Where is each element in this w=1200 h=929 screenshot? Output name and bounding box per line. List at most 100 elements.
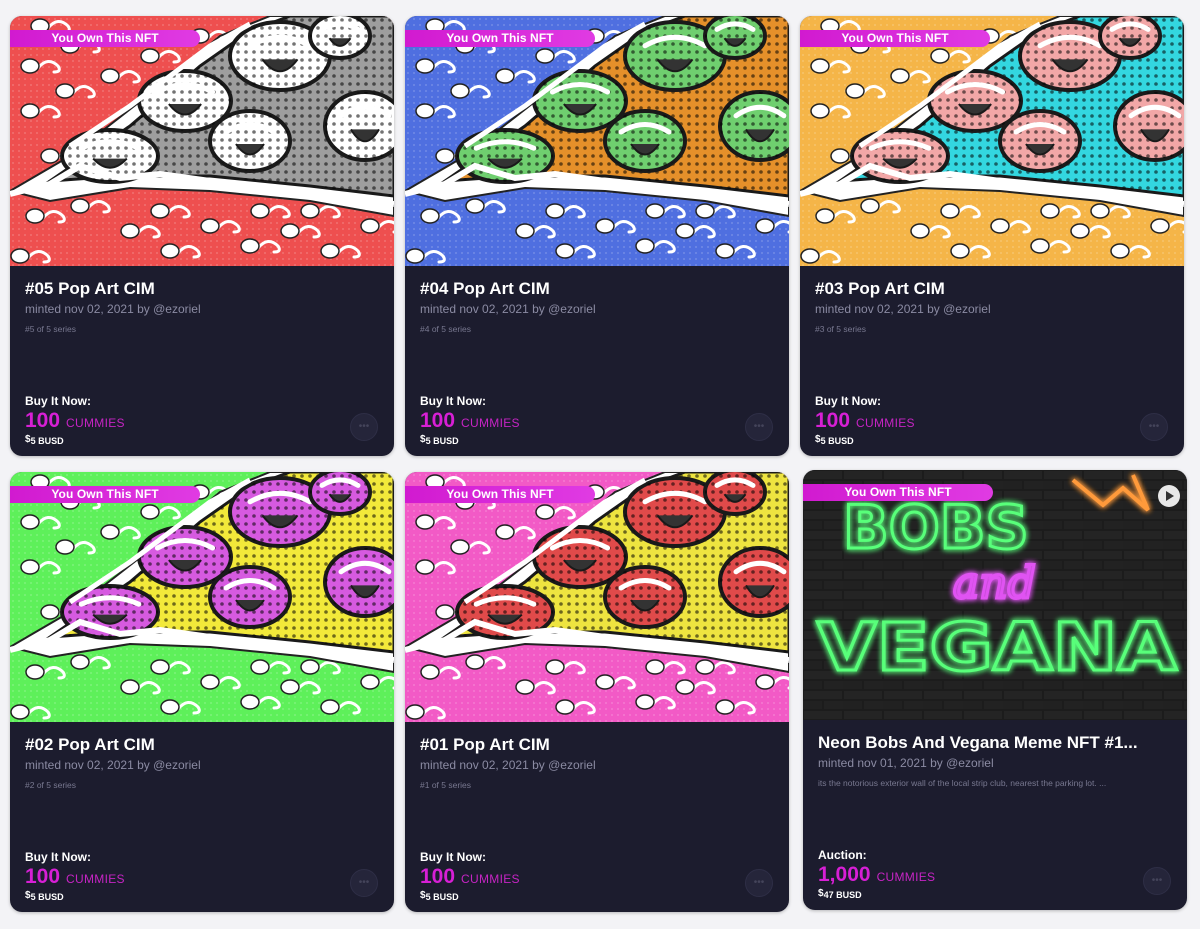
pop-art-image xyxy=(405,16,789,266)
pop-art-image xyxy=(10,472,394,722)
nft-artwork[interactable]: BOBS and VEGANA xyxy=(803,470,1187,720)
fiat-currency: BUSD xyxy=(433,436,459,446)
fiat-value: 5 xyxy=(820,436,826,446)
owned-badge: You Own This NFT xyxy=(800,30,990,47)
fiat-currency: BUSD xyxy=(836,890,862,900)
sale-type-label: Buy It Now: xyxy=(815,394,881,408)
ellipsis-icon[interactable]: ••• xyxy=(1143,867,1171,895)
neon-text-line1: BOBS xyxy=(843,493,1029,563)
dollar-icon: $ xyxy=(818,888,824,899)
nft-artwork[interactable] xyxy=(10,16,394,266)
fiat-price: $5 BUSD xyxy=(420,434,459,447)
price: 1,000 CUMMIES xyxy=(818,863,935,887)
price-currency: CUMMIES xyxy=(66,416,125,430)
sale-type-label: Buy It Now: xyxy=(420,394,486,408)
sale-type-label: Buy It Now: xyxy=(25,850,91,864)
nft-title[interactable]: Neon Bobs And Vegana Meme NFT #1... xyxy=(818,733,1173,753)
nft-title[interactable]: #03 Pop Art CIM xyxy=(815,279,1170,299)
ellipsis-icon[interactable]: ••• xyxy=(350,869,378,897)
fiat-value: 47 xyxy=(823,890,834,900)
series-info: #5 of 5 series xyxy=(25,324,77,334)
price-currency: CUMMIES xyxy=(461,872,520,886)
nft-card[interactable]: You Own This NFT #01 Pop Art CIM minted … xyxy=(405,472,789,912)
fiat-value: 5 xyxy=(30,436,36,446)
owned-badge: You Own This NFT xyxy=(405,30,595,47)
nft-artwork[interactable] xyxy=(405,472,789,722)
fiat-price: $5 BUSD xyxy=(420,890,459,903)
price-currency: CUMMIES xyxy=(66,872,125,886)
nft-title[interactable]: #04 Pop Art CIM xyxy=(420,279,775,299)
minted-info: minted nov 02, 2021 by @ezoriel xyxy=(420,758,596,772)
nft-card[interactable]: You Own This NFT #03 Pop Art CIM minted … xyxy=(800,16,1184,456)
price: 100 CUMMIES xyxy=(25,865,125,889)
description: its the notorious exterior wall of the l… xyxy=(818,778,1107,788)
price: 100 CUMMIES xyxy=(815,409,915,433)
owned-badge: You Own This NFT xyxy=(803,484,993,501)
owned-badge: You Own This NFT xyxy=(10,486,200,503)
fiat-currency: BUSD xyxy=(828,436,854,446)
nft-card-info: #03 Pop Art CIM minted nov 02, 2021 by @… xyxy=(800,266,1184,456)
neon-text-line3: VEGANA xyxy=(817,609,1177,686)
series-info: #2 of 5 series xyxy=(25,780,77,790)
fiat-price: $5 BUSD xyxy=(25,434,64,447)
nft-title[interactable]: #05 Pop Art CIM xyxy=(25,279,380,299)
ellipsis-icon[interactable]: ••• xyxy=(745,869,773,897)
price-value: 100 xyxy=(420,409,456,432)
price: 100 CUMMIES xyxy=(25,409,125,433)
fiat-price: $5 BUSD xyxy=(815,434,854,447)
nft-card[interactable]: You Own This NFT #05 Pop Art CIM minted … xyxy=(10,16,394,456)
price-currency: CUMMIES xyxy=(461,416,520,430)
nft-grid: You Own This NFT #05 Pop Art CIM minted … xyxy=(0,0,1200,929)
nft-card-info: #01 Pop Art CIM minted nov 02, 2021 by @… xyxy=(405,722,789,912)
minted-info: minted nov 02, 2021 by @ezoriel xyxy=(25,758,201,772)
nft-card[interactable]: You Own This NFT #04 Pop Art CIM minted … xyxy=(405,16,789,456)
nft-artwork[interactable] xyxy=(800,16,1184,266)
play-icon[interactable] xyxy=(1158,485,1180,507)
nft-artwork[interactable] xyxy=(10,472,394,722)
ellipsis-icon[interactable]: ••• xyxy=(350,413,378,441)
price: 100 CUMMIES xyxy=(420,865,520,889)
minted-info: minted nov 01, 2021 by @ezoriel xyxy=(818,756,994,770)
series-info: #4 of 5 series xyxy=(420,324,472,334)
nft-title[interactable]: #02 Pop Art CIM xyxy=(25,735,380,755)
price-value: 100 xyxy=(420,865,456,888)
nft-card-info: Neon Bobs And Vegana Meme NFT #1... mint… xyxy=(803,720,1187,910)
fiat-value: 5 xyxy=(425,892,431,902)
ellipsis-icon[interactable]: ••• xyxy=(745,413,773,441)
minted-info: minted nov 02, 2021 by @ezoriel xyxy=(815,302,991,316)
price-value: 100 xyxy=(815,409,851,432)
minted-info: minted nov 02, 2021 by @ezoriel xyxy=(420,302,596,316)
sale-type-label: Buy It Now: xyxy=(25,394,91,408)
fiat-currency: BUSD xyxy=(38,436,64,446)
ellipsis-icon[interactable]: ••• xyxy=(1140,413,1168,441)
minted-info: minted nov 02, 2021 by @ezoriel xyxy=(25,302,201,316)
series-info: #1 of 5 series xyxy=(420,780,472,790)
neon-text-line2: and xyxy=(953,558,1036,609)
price-currency: CUMMIES xyxy=(856,416,915,430)
price-value: 1,000 xyxy=(818,863,871,886)
owned-badge: You Own This NFT xyxy=(405,486,595,503)
pop-art-image xyxy=(800,16,1184,266)
owned-badge: You Own This NFT xyxy=(10,30,200,47)
nft-artwork[interactable] xyxy=(405,16,789,266)
series-info: #3 of 5 series xyxy=(815,324,867,334)
nft-title[interactable]: #01 Pop Art CIM xyxy=(420,735,775,755)
neon-sign-artwork: BOBS and VEGANA xyxy=(803,470,1187,720)
fiat-currency: BUSD xyxy=(433,892,459,902)
pop-art-image xyxy=(405,472,789,722)
pop-art-image xyxy=(10,16,394,266)
fiat-value: 5 xyxy=(30,892,36,902)
nft-card-info: #05 Pop Art CIM minted nov 02, 2021 by @… xyxy=(10,266,394,456)
dollar-icon: $ xyxy=(420,434,426,445)
nft-card[interactable]: BOBS and VEGANA You Own This NFT Neon Bo… xyxy=(803,470,1187,910)
fiat-value: 5 xyxy=(425,436,431,446)
fiat-price: $47 BUSD xyxy=(818,888,862,901)
price-value: 100 xyxy=(25,409,61,432)
nft-card[interactable]: You Own This NFT #02 Pop Art CIM minted … xyxy=(10,472,394,912)
fiat-price: $5 BUSD xyxy=(25,890,64,903)
dollar-icon: $ xyxy=(420,890,426,901)
fiat-currency: BUSD xyxy=(38,892,64,902)
price-currency: CUMMIES xyxy=(876,870,936,884)
dollar-icon: $ xyxy=(815,434,821,445)
nft-card-info: #02 Pop Art CIM minted nov 02, 2021 by @… xyxy=(10,722,394,912)
